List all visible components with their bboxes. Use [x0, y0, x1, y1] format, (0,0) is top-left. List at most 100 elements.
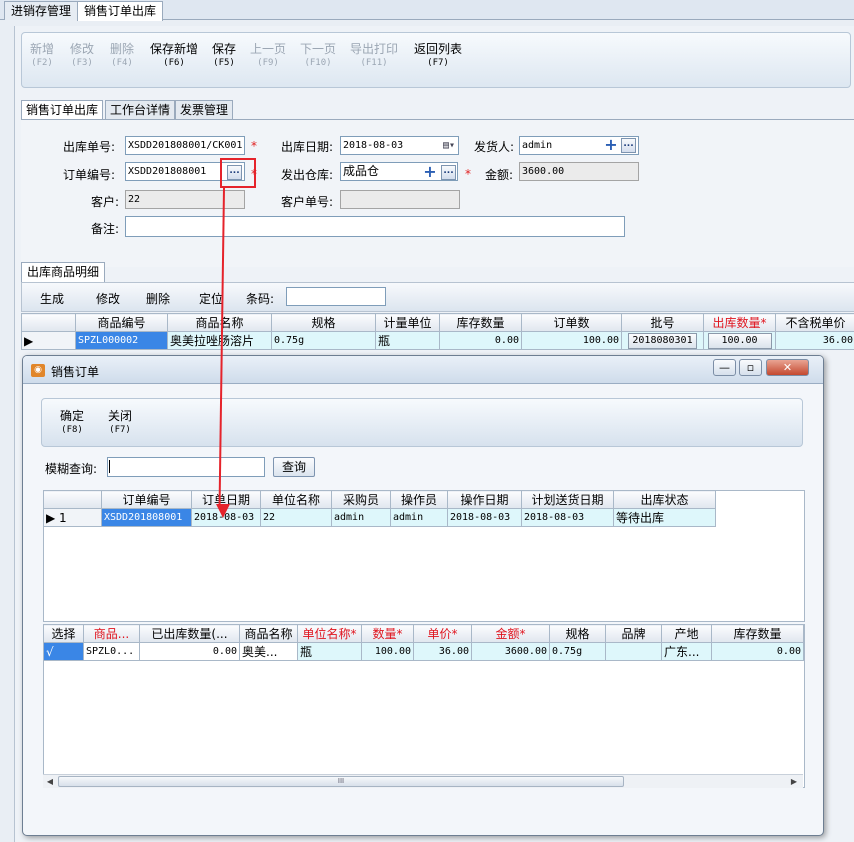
- delete-button[interactable]: 删除 (F4): [110, 43, 134, 70]
- customer-no-label: 客户单号:: [281, 195, 334, 209]
- export-print-button[interactable]: 导出打印 (F11): [350, 43, 398, 70]
- table-row[interactable]: √ SPZL0... 0.00 奥美... 瓶 100.00 36.00 360…: [43, 642, 804, 661]
- cell[interactable]: 2018-08-03: [521, 508, 614, 527]
- table-row[interactable]: ▶ SPZL000002 奥美拉唑肠溶片 0.75g 瓶 0.00 100.00…: [21, 331, 854, 350]
- cell[interactable]: admin: [390, 508, 448, 527]
- prev-page-button[interactable]: 上一页 (F9): [250, 43, 286, 70]
- app-tab-sales-outbound[interactable]: 销售订单出库: [77, 1, 164, 21]
- cell[interactable]: [605, 642, 662, 661]
- col-header[interactable]: 商品编号: [75, 313, 168, 332]
- cell[interactable]: admin: [331, 508, 391, 527]
- fuzzy-search-input[interactable]: [107, 457, 265, 477]
- cell[interactable]: 0.00: [139, 642, 240, 661]
- cell[interactable]: 3600.00: [471, 642, 550, 661]
- query-button[interactable]: 查询: [273, 457, 315, 477]
- col-header[interactable]: 不含税单价: [775, 313, 854, 332]
- col-header[interactable]: 选择: [43, 624, 84, 643]
- out-no-field[interactable]: XSDD201808001/CK001: [125, 136, 245, 155]
- col-header[interactable]: 单价*: [413, 624, 472, 643]
- barcode-input[interactable]: [286, 287, 386, 306]
- tab-outbound-detail[interactable]: 出库商品明细: [21, 262, 106, 282]
- col-header[interactable]: 金额*: [471, 624, 550, 643]
- save-new-button[interactable]: 保存新增 (F6): [150, 43, 198, 70]
- col-header[interactable]: 库存数量: [439, 313, 522, 332]
- cell[interactable]: 瓶: [297, 642, 362, 661]
- cell[interactable]: 100.00: [361, 642, 414, 661]
- col-header[interactable]: 计划送货日期: [521, 490, 614, 509]
- cell[interactable]: 0.75g: [271, 331, 376, 350]
- col-header[interactable]: 采购员: [331, 490, 391, 509]
- col-header[interactable]: 商品名称: [167, 313, 272, 332]
- remark-field[interactable]: [125, 216, 625, 237]
- table-row[interactable]: ▶ 1 XSDD201808001 2018-08-03 22 admin ad…: [43, 508, 716, 527]
- scrollbar-thumb[interactable]: III: [58, 776, 624, 787]
- horizontal-scrollbar[interactable]: ◀ III ▶: [43, 774, 803, 788]
- detail-delete-button[interactable]: 删除: [146, 290, 170, 307]
- col-header[interactable]: 操作日期: [447, 490, 522, 509]
- cell[interactable]: SPZL000002: [75, 331, 168, 350]
- minimize-icon[interactable]: —: [713, 359, 736, 376]
- tab-invoice[interactable]: 发票管理: [175, 100, 234, 119]
- col-header[interactable]: 订单数: [521, 313, 622, 332]
- generate-button[interactable]: 生成: [40, 290, 64, 307]
- col-header[interactable]: 单位名称: [260, 490, 332, 509]
- col-header[interactable]: 商品名称: [239, 624, 298, 643]
- col-header[interactable]: 库存数量: [711, 624, 804, 643]
- cell[interactable]: 0.00: [439, 331, 522, 350]
- col-header[interactable]: 批号: [621, 313, 704, 332]
- cell[interactable]: 0.75g: [549, 642, 606, 661]
- cell[interactable]: SPZL0...: [83, 642, 140, 661]
- col-header[interactable]: 产地: [661, 624, 712, 643]
- dialog-title-bar[interactable]: ◉ 销售订单 — ▫ ✕: [23, 356, 823, 384]
- out-qty-cell[interactable]: 100.00: [703, 331, 776, 350]
- locate-button[interactable]: 定位: [199, 290, 223, 307]
- cell[interactable]: 奥美拉唑肠溶片: [167, 331, 272, 350]
- scroll-left-icon[interactable]: ◀: [45, 777, 55, 786]
- shipper-add-icon[interactable]: +: [604, 137, 618, 153]
- warehouse-add-icon[interactable]: +: [423, 164, 437, 180]
- col-header[interactable]: 订单编号: [101, 490, 192, 509]
- cell[interactable]: 36.00: [413, 642, 472, 661]
- back-to-list-button[interactable]: 返回列表 (F7): [414, 43, 462, 70]
- scroll-right-icon[interactable]: ▶: [789, 777, 799, 786]
- detail-edit-button[interactable]: 修改: [96, 290, 120, 307]
- cell[interactable]: 0.00: [711, 642, 804, 661]
- col-header[interactable]: 商品...: [83, 624, 140, 643]
- col-header[interactable]: 出库状态: [613, 490, 716, 509]
- col-header[interactable]: 数量*: [361, 624, 414, 643]
- cell[interactable]: 22: [260, 508, 332, 527]
- new-button[interactable]: 新增 (F2): [30, 43, 54, 70]
- select-checkbox[interactable]: √: [43, 642, 84, 661]
- cell[interactable]: 36.00: [775, 331, 854, 350]
- cell[interactable]: 2018-08-03: [447, 508, 522, 527]
- cell[interactable]: 等待出库: [613, 508, 716, 527]
- app-tab-inventory[interactable]: 进销存管理: [4, 1, 79, 20]
- cell[interactable]: 广东...: [661, 642, 712, 661]
- col-header[interactable]: 计量单位: [375, 313, 440, 332]
- restore-icon[interactable]: ▫: [739, 359, 762, 376]
- col-header[interactable]: 已出库数量(...: [139, 624, 240, 643]
- col-header[interactable]: 单位名称*: [297, 624, 362, 643]
- col-header[interactable]: 规格: [549, 624, 606, 643]
- cell[interactable]: 奥美...: [239, 642, 298, 661]
- cell[interactable]: 瓶: [375, 331, 440, 350]
- col-header[interactable]: 出库数量*: [703, 313, 776, 332]
- tab-workbench-detail[interactable]: 工作台详情: [105, 100, 176, 119]
- tab-sales-outbound[interactable]: 销售订单出库: [21, 100, 104, 120]
- batch-cell[interactable]: 2018080301: [621, 331, 704, 350]
- close-button[interactable]: 关闭 (F7): [108, 410, 132, 437]
- next-page-button[interactable]: 下一页 (F10): [300, 43, 336, 70]
- col-header[interactable]: 规格: [271, 313, 376, 332]
- cell[interactable]: XSDD201808001: [101, 508, 192, 527]
- save-button[interactable]: 保存 (F5): [212, 43, 236, 70]
- out-date-field[interactable]: 2018-08-03 ▤▾: [340, 136, 459, 155]
- shipper-browse-button[interactable]: ...: [621, 138, 636, 153]
- calendar-dropdown-icon[interactable]: ▤▾: [443, 137, 455, 154]
- warehouse-browse-button[interactable]: ...: [441, 165, 456, 180]
- edit-button[interactable]: 修改 (F3): [70, 43, 94, 70]
- col-header[interactable]: 操作员: [390, 490, 448, 509]
- col-header[interactable]: 品牌: [605, 624, 662, 643]
- cell[interactable]: 100.00: [521, 331, 622, 350]
- confirm-button[interactable]: 确定 (F8): [60, 410, 84, 437]
- close-icon[interactable]: ✕: [766, 359, 809, 376]
